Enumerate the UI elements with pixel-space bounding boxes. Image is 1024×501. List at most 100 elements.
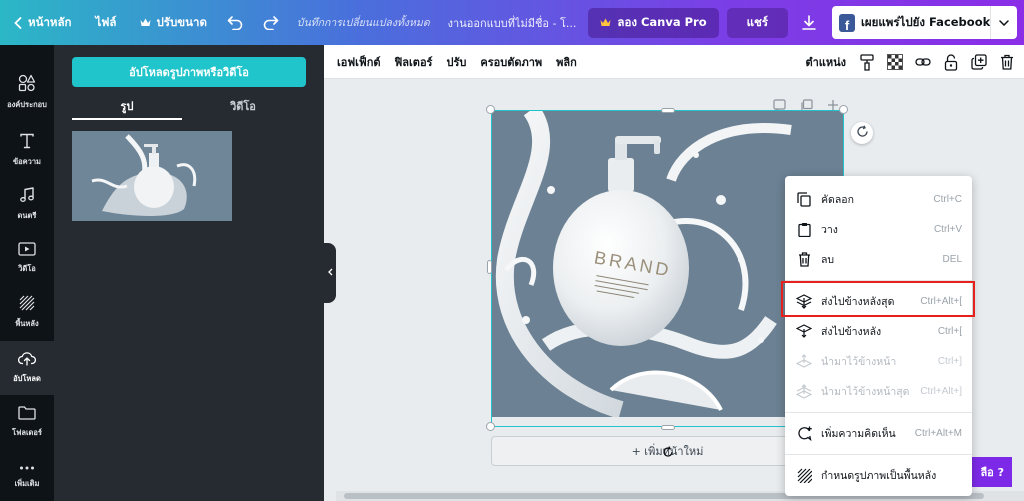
- design-title[interactable]: งานออกแบบที่ไม่มีชื่อ - โ...: [438, 0, 587, 45]
- set-background-icon: [795, 466, 813, 484]
- rail-item-more[interactable]: เพิ่มเติม: [0, 448, 54, 501]
- trash-icon: [795, 250, 813, 268]
- rail-label: อัปโหลด: [13, 374, 41, 383]
- resize-button[interactable]: ปรับขนาด: [130, 0, 216, 45]
- try-canva-pro-button[interactable]: ลอง Canva Pro: [588, 7, 719, 38]
- menu-item-set-as-background[interactable]: กำหนดรูปภาพเป็นพื้นหลัง: [785, 460, 972, 490]
- menu-item-bring-to-front: นำมาไว้ข้างหน้าสุด Ctrl+Alt+]: [785, 376, 972, 406]
- video-icon: [18, 241, 36, 259]
- copy-icon: [795, 190, 813, 208]
- crown-icon: [140, 18, 151, 27]
- rail-item-text[interactable]: ข้อความ: [0, 123, 54, 177]
- resize-handle-s[interactable]: [661, 425, 675, 430]
- rail-label: โฟลเดอร์: [12, 427, 42, 437]
- rail-item-background[interactable]: พื้นหลัง: [0, 285, 54, 339]
- bring-forward-icon: [795, 352, 813, 370]
- collapse-panel-button[interactable]: [324, 243, 336, 303]
- crop-button[interactable]: ครอบตัดภาพ: [473, 53, 549, 71]
- rail-item-upload[interactable]: อัปโหลด: [0, 341, 54, 395]
- rail-item-video[interactable]: วิดีโอ: [0, 231, 54, 285]
- trash-icon[interactable]: [998, 53, 1016, 71]
- paste-icon: [795, 220, 813, 238]
- menu-item-shortcut: Ctrl+]: [937, 355, 962, 367]
- paint-roller-icon[interactable]: [858, 53, 876, 71]
- resize-handle-sw[interactable]: [486, 422, 495, 431]
- adjust-button[interactable]: ปรับ: [439, 53, 473, 71]
- resize-handle-nw[interactable]: [486, 105, 495, 114]
- lock-icon[interactable]: [942, 53, 960, 71]
- rotate-icon[interactable]: [662, 446, 674, 461]
- upload-icon: [17, 351, 37, 369]
- menu-item-copy[interactable]: คัดลอก Ctrl+C: [785, 184, 972, 214]
- send-to-back-icon: [795, 292, 813, 310]
- download-button[interactable]: [788, 0, 826, 45]
- elements-icon: [18, 74, 36, 95]
- menu-item-add-comment[interactable]: เพิ่มความคิดเห็น Ctrl+Alt+M: [785, 418, 972, 448]
- menu-item-shortcut: Ctrl+Alt+[: [920, 295, 962, 307]
- bring-to-front-icon: [795, 382, 813, 400]
- resize-label: ปรับขนาด: [156, 14, 207, 29]
- crown-icon: [600, 16, 611, 30]
- redo-button[interactable]: [253, 0, 289, 45]
- rotate-button[interactable]: [851, 122, 873, 144]
- menu-item-bring-forward: นำมาไว้ข้างหน้า Ctrl+]: [785, 346, 972, 376]
- download-icon: [802, 15, 816, 30]
- publish-facebook-button[interactable]: f เผยแพร่ไปยัง Facebook: [832, 6, 1017, 39]
- menu-item-label: เพิ่มความคิดเห็น: [821, 427, 896, 440]
- context-menu: คัดลอก Ctrl+C วาง Ctrl+V ลบ DEL ส่งไปข้า…: [785, 176, 972, 496]
- home-button[interactable]: หน้าหลัก: [0, 0, 82, 45]
- upload-media-button[interactable]: อัปโหลดรูปภาพหรือวิดีโอ: [72, 57, 306, 87]
- image-toolbar: เอฟเฟ็กต์ ฟิลเตอร์ ปรับ ครอบตัดภาพ พลิก …: [324, 45, 1024, 79]
- filter-button[interactable]: ฟิลเตอร์: [388, 53, 440, 71]
- transparency-icon[interactable]: [886, 53, 904, 71]
- menu-item-label: นำมาไว้ข้างหน้าสุด: [821, 385, 910, 398]
- menu-item-shortcut: Ctrl+Alt+M: [914, 427, 962, 439]
- effects-button[interactable]: เอฟเฟ็กต์: [330, 53, 388, 71]
- background-icon: [19, 295, 35, 314]
- rail-label: ดนตรี: [17, 210, 37, 220]
- chevron-left-icon: [14, 16, 22, 29]
- flip-button[interactable]: พลิก: [549, 53, 584, 71]
- menu-item-shortcut: Ctrl+Alt+]: [920, 385, 962, 397]
- link-icon[interactable]: [914, 53, 932, 71]
- publish-facebook-label: เผยแพร่ไปยัง Facebook: [860, 14, 991, 29]
- menu-item-paste[interactable]: วาง Ctrl+V: [785, 214, 972, 244]
- rail-item-music[interactable]: ดนตรี: [0, 177, 54, 231]
- home-label: หน้าหลัก: [28, 14, 72, 29]
- menu-divider: [785, 412, 972, 413]
- share-button[interactable]: แชร์: [726, 7, 789, 38]
- tab-images[interactable]: รูป: [72, 97, 182, 119]
- chevron-left-icon: [327, 268, 333, 279]
- active-tab-indicator: [72, 118, 182, 120]
- menu-item-label: ลบ: [821, 253, 835, 266]
- send-backward-icon: [795, 322, 813, 340]
- folder-icon: [18, 405, 36, 423]
- file-menu[interactable]: ไฟล์: [82, 0, 131, 45]
- undo-icon: [227, 15, 243, 30]
- menu-item-shortcut: Ctrl+[: [937, 325, 962, 337]
- menu-item-label: ส่งไปข้างหลังสุด: [821, 295, 895, 308]
- rail-label: ข้อความ: [12, 156, 41, 166]
- resize-handle-n[interactable]: [661, 108, 675, 113]
- try-pro-label: ลอง Canva Pro: [617, 14, 707, 29]
- menu-item-label: วาง: [821, 223, 838, 236]
- tab-videos[interactable]: วิดีโอ: [188, 97, 298, 119]
- uploads-panel: อัปโหลดรูปภาพหรือวิดีโอ รูป วิดีโอ: [54, 45, 324, 501]
- rail-label: วิดีโอ: [18, 263, 36, 273]
- undo-button[interactable]: [217, 0, 253, 45]
- chevron-down-icon[interactable]: [990, 6, 1017, 39]
- menu-item-shortcut: Ctrl+C: [933, 193, 962, 205]
- menu-item-delete[interactable]: ลบ DEL: [785, 244, 972, 274]
- resize-handle-ne[interactable]: [839, 105, 848, 114]
- position-button[interactable]: ตำแหน่ง: [803, 53, 848, 71]
- menu-item-send-to-back[interactable]: ส่งไปข้างหลังสุด Ctrl+Alt+[: [785, 286, 972, 316]
- rail-item-folder[interactable]: โฟลเดอร์: [0, 395, 54, 449]
- menu-item-send-backward[interactable]: ส่งไปข้างหลัง Ctrl+[: [785, 316, 972, 346]
- uploaded-image-thumbnail[interactable]: [72, 131, 232, 221]
- menu-item-label: ส่งไปข้างหลัง: [821, 325, 882, 338]
- rail-item-elements[interactable]: องค์ประกอบ: [0, 65, 54, 119]
- duplicate-icon[interactable]: [970, 53, 988, 71]
- resize-handle-w[interactable]: [487, 260, 492, 274]
- comment-icon: [795, 424, 813, 442]
- music-icon: [19, 186, 35, 206]
